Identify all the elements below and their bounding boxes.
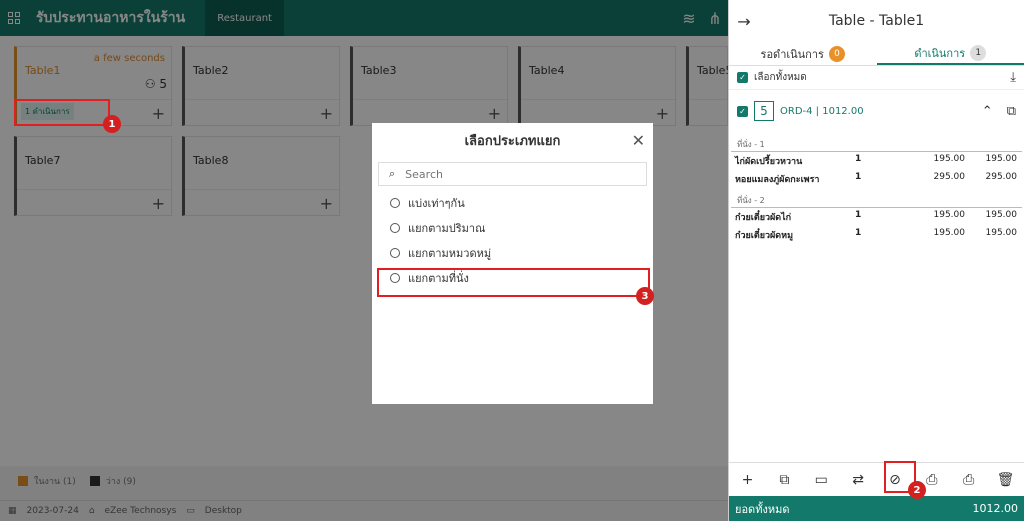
step-marker-1: 1	[103, 115, 121, 133]
processing-count: 1	[970, 44, 987, 61]
tab-processing[interactable]: ดำเนินการ 1	[876, 42, 1024, 65]
dialog-title: เลือกประเภทแยก	[464, 134, 561, 149]
payment-card-icon[interactable]: ▭	[803, 463, 840, 496]
transfer-icon[interactable]: ⇄	[840, 463, 877, 496]
highlight-box-1	[14, 99, 110, 126]
radio-button[interactable]	[390, 197, 400, 208]
edit-icon[interactable]: ⧉	[1007, 104, 1016, 119]
seat-header: ที่นั่ง - 2	[731, 188, 1022, 208]
add-icon[interactable]: +	[729, 463, 766, 496]
order-panel: → Table - Table1 รอดำเนินการ 0 ดำเนินการ 1…	[728, 0, 1024, 521]
tab-pending[interactable]: รอดำเนินการ 0	[729, 42, 877, 65]
total-bar: ยอดทั้งหมด 1012.00	[729, 496, 1024, 521]
close-icon[interactable]: ✕	[632, 131, 645, 150]
radio-button[interactable]	[390, 247, 400, 258]
option-split-by-quantity[interactable]: แยกตามปริมาณ	[378, 215, 647, 240]
total-label: ยอดทั้งหมด	[735, 502, 790, 516]
collapse-icon[interactable]: ⌃	[982, 104, 993, 119]
search-box[interactable]: ⌕	[378, 162, 647, 186]
order-item[interactable]: ก๋วยเตี๋ยวผัดหมู 1 195.00 195.00	[729, 226, 1024, 244]
print-settings-icon[interactable]: ⎙	[950, 463, 987, 496]
order-label: ORD-4 | 1012.00	[780, 105, 864, 117]
arrow-right-icon[interactable]: →	[729, 12, 759, 31]
select-all-label: เลือกทั้งหมด	[754, 72, 807, 83]
open-external-icon[interactable]: ⧉	[766, 463, 803, 496]
order-number: 5	[754, 101, 774, 121]
search-input[interactable]	[405, 167, 606, 181]
step-marker-3: 3	[636, 287, 654, 305]
order-item[interactable]: หอยแมลงภู่ผัดกะเพรา 1 295.00 295.00	[729, 170, 1024, 188]
seat-header: ที่นั่ง - 1	[731, 132, 1022, 152]
order-checkbox[interactable]: ✓	[737, 105, 748, 117]
delete-icon[interactable]: 🗑	[987, 463, 1024, 496]
order-item[interactable]: ก๋วยเตี๋ยวผัดไก่ 1 195.00 195.00	[729, 208, 1024, 226]
pending-count: 0	[828, 45, 845, 62]
highlight-box-3	[377, 268, 650, 297]
split-type-dialog: เลือกประเภทแยก ✕ ⌕ แบ่งเท่าๆกัน แยกตามปร…	[372, 123, 653, 404]
total-value: 1012.00	[972, 502, 1019, 515]
action-bar: + ⧉ ▭ ⇄ ⊘ ⎙ ⎙ 🗑	[729, 462, 1024, 496]
step-marker-2: 2	[908, 481, 926, 499]
order-item[interactable]: ไก่ผัดเปรี้ยวหวาน 1 195.00 195.00	[729, 152, 1024, 170]
select-all-checkbox[interactable]: ✓	[737, 72, 748, 83]
panel-title: Table - Table1	[828, 13, 925, 29]
option-split-by-category[interactable]: แยกตามหมวดหมู่	[378, 240, 647, 265]
search-icon: ⌕	[389, 167, 396, 180]
radio-button[interactable]	[390, 222, 400, 233]
option-split-equally[interactable]: แบ่งเท่าๆกัน	[378, 190, 647, 215]
expand-icon[interactable]: ⤓	[1010, 70, 1016, 85]
